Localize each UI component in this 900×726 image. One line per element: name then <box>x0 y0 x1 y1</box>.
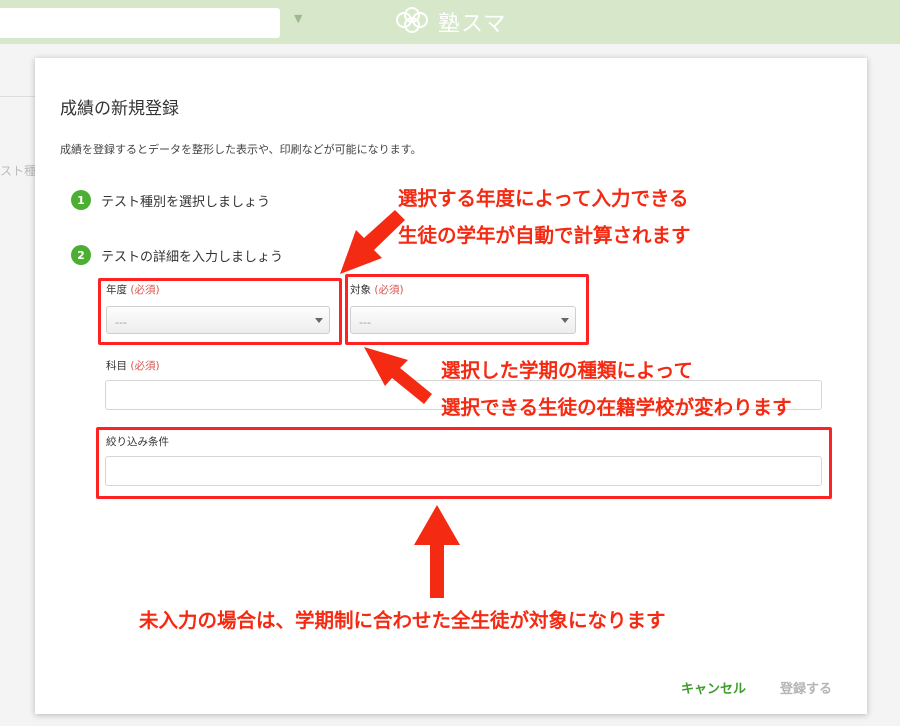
annotation-year-line1: 選択する年度によって入力できる <box>398 187 689 210</box>
annotation-target-line1: 選択した学期の種類によって <box>441 359 693 382</box>
annotation-filter: 未入力の場合は、学期制に合わせた全生徒が対象になります <box>139 609 666 632</box>
annotation-target-line2: 選択できる生徒の在籍学校が変わります <box>441 396 792 419</box>
arrow-icon <box>340 210 405 274</box>
arrow-icon <box>414 505 460 598</box>
arrow-icon <box>364 347 432 404</box>
annotation-year-line2: 生徒の学年が自動で計算されます <box>398 224 691 247</box>
